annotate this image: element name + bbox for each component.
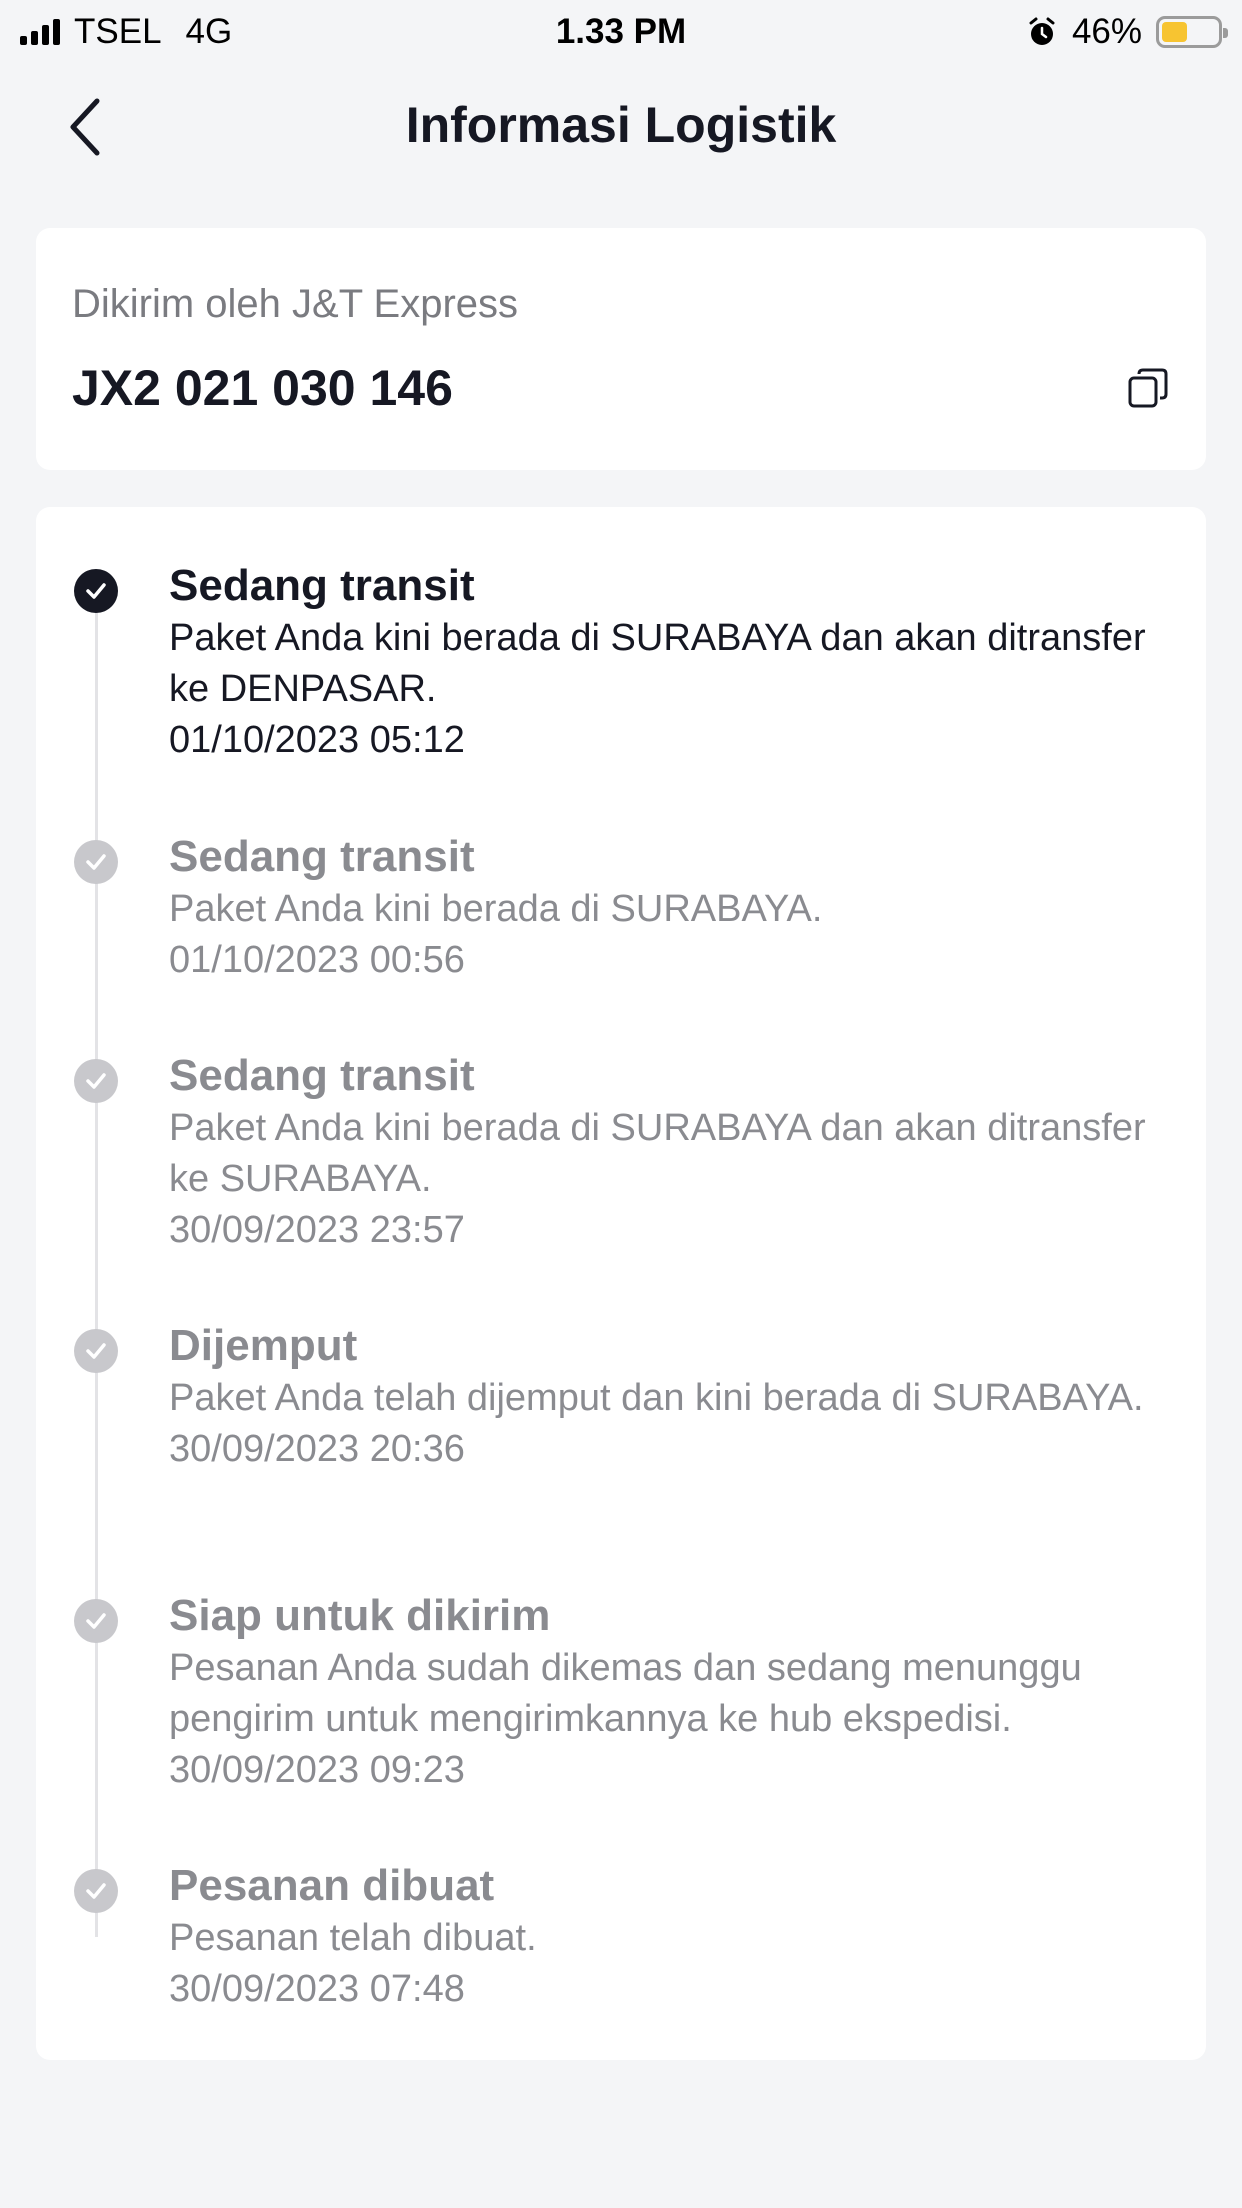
- timeline-text: Sedang transit Paket Anda kini berada di…: [169, 1049, 1169, 1256]
- timeline-text: Siap untuk dikirim Pesanan Anda sudah di…: [169, 1589, 1169, 1796]
- timeline-description: Paket Anda kini berada di SURABAYA dan a…: [169, 617, 1146, 710]
- copy-icon: [1128, 368, 1168, 408]
- nav-bar: Informasi Logistik: [0, 64, 1242, 188]
- timeline-line: [95, 587, 98, 1937]
- page-title: Informasi Logistik: [405, 97, 837, 153]
- copy-button[interactable]: [1126, 366, 1170, 410]
- timeline-title: Dijemput: [169, 1321, 358, 1370]
- check-circle-icon: [74, 1869, 118, 1913]
- timeline-time: 30/09/2023 23:57: [169, 1209, 465, 1251]
- timeline-text: Dijemput Paket Anda telah dijemput dan k…: [169, 1319, 1169, 1475]
- timeline-description: Pesanan Anda sudah dikemas dan sedang me…: [169, 1647, 1082, 1740]
- timeline-text: Pesanan dibuat Pesanan telah dibuat. 30/…: [169, 1859, 1169, 2015]
- battery-percent: 46%: [1071, 12, 1142, 51]
- check-circle-icon: [74, 1599, 118, 1643]
- timeline-description: Paket Anda telah dijemput dan kini berad…: [169, 1377, 1144, 1419]
- battery-icon: [1156, 16, 1228, 48]
- timeline-time: 01/10/2023 00:56: [169, 939, 465, 981]
- timeline-time: 30/09/2023 07:48: [169, 1968, 465, 2010]
- timeline-card: Sedang transit Paket Anda kini berada di…: [36, 507, 1206, 2060]
- battery-fill: [1162, 22, 1187, 42]
- timeline-description: Paket Anda kini berada di SURABAYA dan a…: [169, 1107, 1146, 1200]
- check-circle-icon: [74, 1059, 118, 1103]
- check-circle-icon: [74, 840, 118, 884]
- check-circle-icon: [74, 1329, 118, 1373]
- timeline-time: 30/09/2023 09:23: [169, 1749, 465, 1791]
- timeline-description: Pesanan telah dibuat.: [169, 1917, 537, 1959]
- timeline-time: 30/09/2023 20:36: [169, 1428, 465, 1470]
- alarm-icon: [1029, 17, 1055, 45]
- tracking-number: JX2 021 030 146: [72, 360, 453, 416]
- shipment-card: Dikirim oleh J&T Express JX2 021 030 146: [36, 228, 1206, 470]
- timeline-title: Sedang transit: [169, 832, 475, 881]
- timeline-title: Sedang transit: [169, 1051, 475, 1100]
- timeline-time: 01/10/2023 05:12: [169, 719, 465, 761]
- timeline-title: Sedang transit: [169, 561, 475, 610]
- status-right: 46%: [1026, 10, 1228, 54]
- timeline-text: Sedang transit Paket Anda kini berada di…: [169, 830, 1169, 986]
- timeline-title: Pesanan dibuat: [169, 1861, 495, 1910]
- courier-label: Dikirim oleh J&T Express: [72, 282, 519, 326]
- timeline-title: Siap untuk dikirim: [169, 1591, 551, 1640]
- timeline-text: Sedang transit Paket Anda kini berada di…: [169, 559, 1169, 766]
- timeline-description: Paket Anda kini berada di SURABAYA.: [169, 888, 823, 930]
- status-bar: TSEL 4G 1.33 PM 46%: [0, 0, 1242, 64]
- check-circle-icon: [74, 569, 118, 613]
